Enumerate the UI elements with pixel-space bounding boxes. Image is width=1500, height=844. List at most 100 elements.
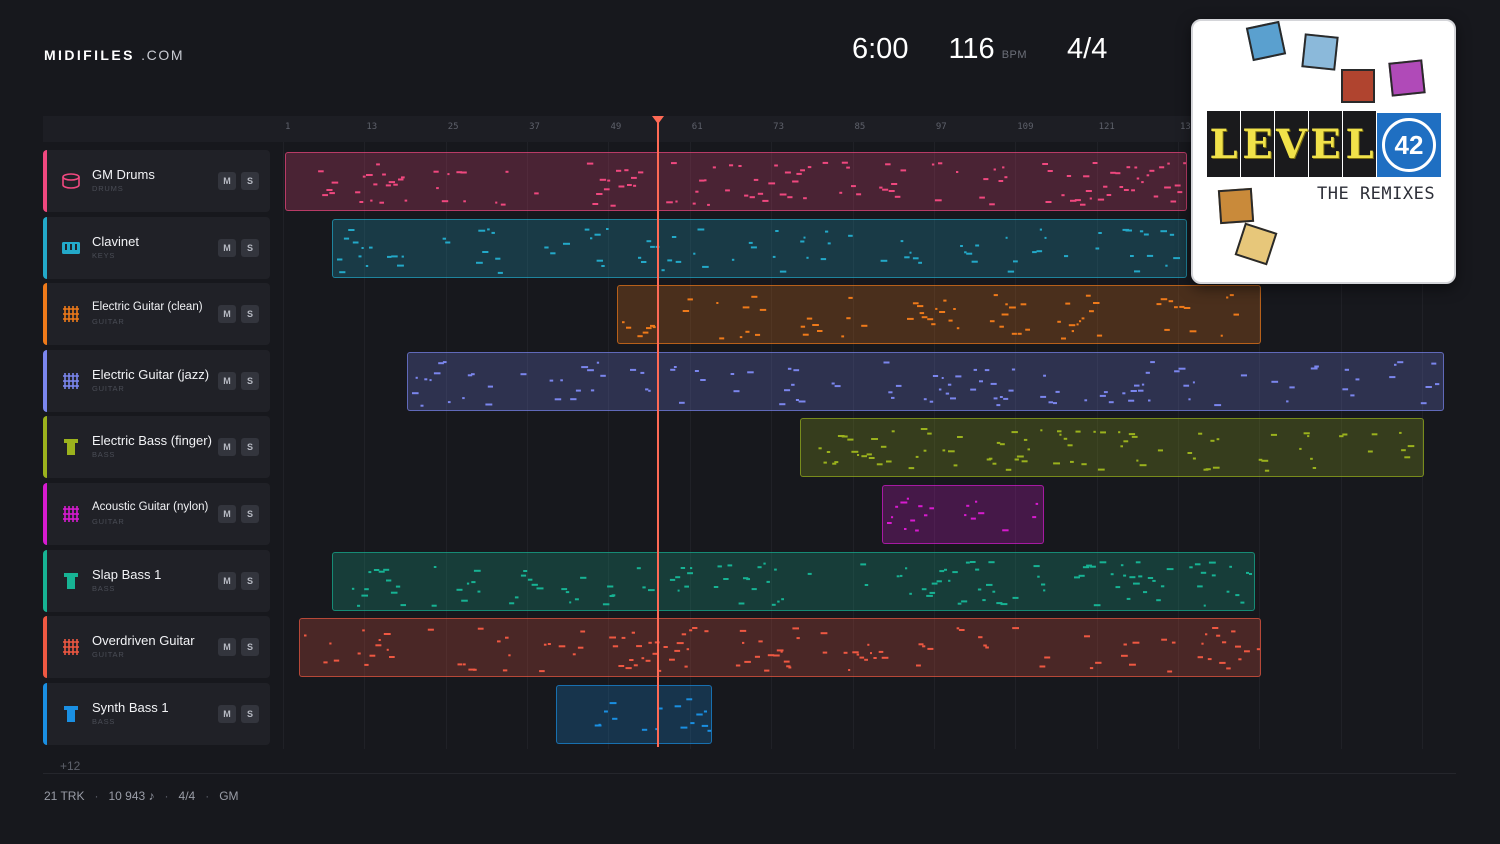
note-texture <box>412 360 1440 407</box>
note <box>1187 452 1193 455</box>
note <box>1161 584 1165 587</box>
note <box>947 383 952 386</box>
solo-button[interactable]: S <box>241 172 259 190</box>
cover-photo-tile <box>1245 21 1287 62</box>
tempo-unit: BPM <box>1001 49 1028 61</box>
mute-button[interactable]: M <box>218 172 236 190</box>
note <box>1431 362 1437 365</box>
midi-region[interactable] <box>556 684 713 744</box>
midi-region[interactable] <box>298 618 1262 678</box>
track-header[interactable]: Electric Guitar (jazz) GUITAR M S <box>43 349 270 412</box>
note <box>463 200 466 203</box>
solo-button[interactable]: S <box>241 638 259 657</box>
note <box>616 169 622 172</box>
note <box>1177 191 1183 194</box>
more-tracks-count[interactable]: +12 <box>60 759 80 773</box>
track-header[interactable]: Slap Bass 1 BASS M S <box>43 549 270 612</box>
track-name: Slap Bass 1 <box>92 566 162 582</box>
solo-button[interactable]: S <box>241 371 259 390</box>
note <box>536 586 544 589</box>
track-color-bar <box>43 349 47 412</box>
note <box>599 178 607 181</box>
note-texture <box>622 294 1240 340</box>
track-lane: Acoustic Guitar (nylon) GUITAR M S <box>43 483 1456 545</box>
note <box>379 201 384 204</box>
track-header[interactable]: Synth Bass 1 BASS M S <box>43 682 270 745</box>
note <box>921 645 925 648</box>
solo-button[interactable]: S <box>241 238 259 257</box>
solo-button[interactable]: S <box>241 704 259 723</box>
note <box>633 184 637 187</box>
note <box>911 467 915 470</box>
mute-button[interactable]: M <box>218 438 236 457</box>
note <box>331 181 339 184</box>
midi-region[interactable] <box>881 485 1045 544</box>
midi-region[interactable] <box>617 285 1262 345</box>
guitar-icon <box>61 371 81 391</box>
midi-region[interactable] <box>800 418 1425 478</box>
note <box>1004 176 1008 179</box>
ruler-tick: 1 <box>285 122 291 132</box>
note <box>467 582 470 585</box>
track-header[interactable]: Electric Guitar (clean) GUITAR M S <box>43 283 270 346</box>
note <box>472 668 477 671</box>
note <box>554 398 562 401</box>
mute-button[interactable]: M <box>218 571 236 590</box>
note <box>1057 320 1062 323</box>
mute-button[interactable]: M <box>218 238 236 257</box>
note <box>603 188 610 191</box>
solo-button[interactable]: S <box>241 438 259 457</box>
note <box>1166 670 1172 673</box>
track-header[interactable]: Electric Bass (finger) BASS M S <box>43 416 270 479</box>
note <box>1069 324 1076 327</box>
note <box>1043 656 1050 659</box>
track-lane: Electric Bass (finger) BASS M S <box>43 416 1456 479</box>
note <box>729 164 734 167</box>
note <box>975 244 980 247</box>
midi-region[interactable] <box>285 152 1187 211</box>
note <box>1148 399 1151 402</box>
midi-region[interactable] <box>332 218 1187 278</box>
note <box>917 505 923 508</box>
ruler-tick: 61 <box>691 122 703 132</box>
solo-button[interactable]: S <box>241 305 259 324</box>
mute-button[interactable]: M <box>218 704 236 723</box>
solo-button[interactable]: S <box>241 505 259 523</box>
note <box>851 185 856 188</box>
midi-region[interactable] <box>407 351 1445 411</box>
note <box>973 368 978 371</box>
mute-button[interactable]: M <box>218 505 236 523</box>
solo-button[interactable]: S <box>241 571 259 590</box>
note <box>938 162 943 165</box>
track-color-bar <box>43 549 47 612</box>
mute-button[interactable]: M <box>218 638 236 657</box>
note <box>462 396 465 399</box>
note <box>1171 641 1176 644</box>
note <box>861 455 868 458</box>
midi-region[interactable] <box>332 551 1255 611</box>
site-logo[interactable]: MIDIFILES .COM <box>44 47 184 63</box>
note <box>1214 403 1222 406</box>
note <box>1289 386 1295 389</box>
note <box>1122 392 1126 395</box>
note <box>1013 259 1019 262</box>
note <box>1045 201 1052 203</box>
note <box>543 643 547 646</box>
note <box>890 516 893 519</box>
track-header[interactable]: Clavinet KEYS M S <box>43 216 270 279</box>
note <box>487 385 494 388</box>
playhead[interactable] <box>656 116 659 747</box>
mute-button[interactable]: M <box>218 305 236 324</box>
note <box>857 454 860 457</box>
note <box>900 501 907 504</box>
note <box>1098 468 1105 471</box>
note <box>650 245 656 248</box>
note <box>1195 562 1201 565</box>
track-header[interactable]: GM Drums DRUMS M S <box>43 150 270 212</box>
note <box>919 312 925 315</box>
note <box>1147 254 1154 257</box>
track-header[interactable]: Acoustic Guitar (nylon) GUITAR M S <box>43 483 270 545</box>
mute-button[interactable]: M <box>218 371 236 390</box>
track-header[interactable]: Overdriven Guitar GUITAR M S <box>43 616 270 679</box>
note <box>1035 502 1038 505</box>
